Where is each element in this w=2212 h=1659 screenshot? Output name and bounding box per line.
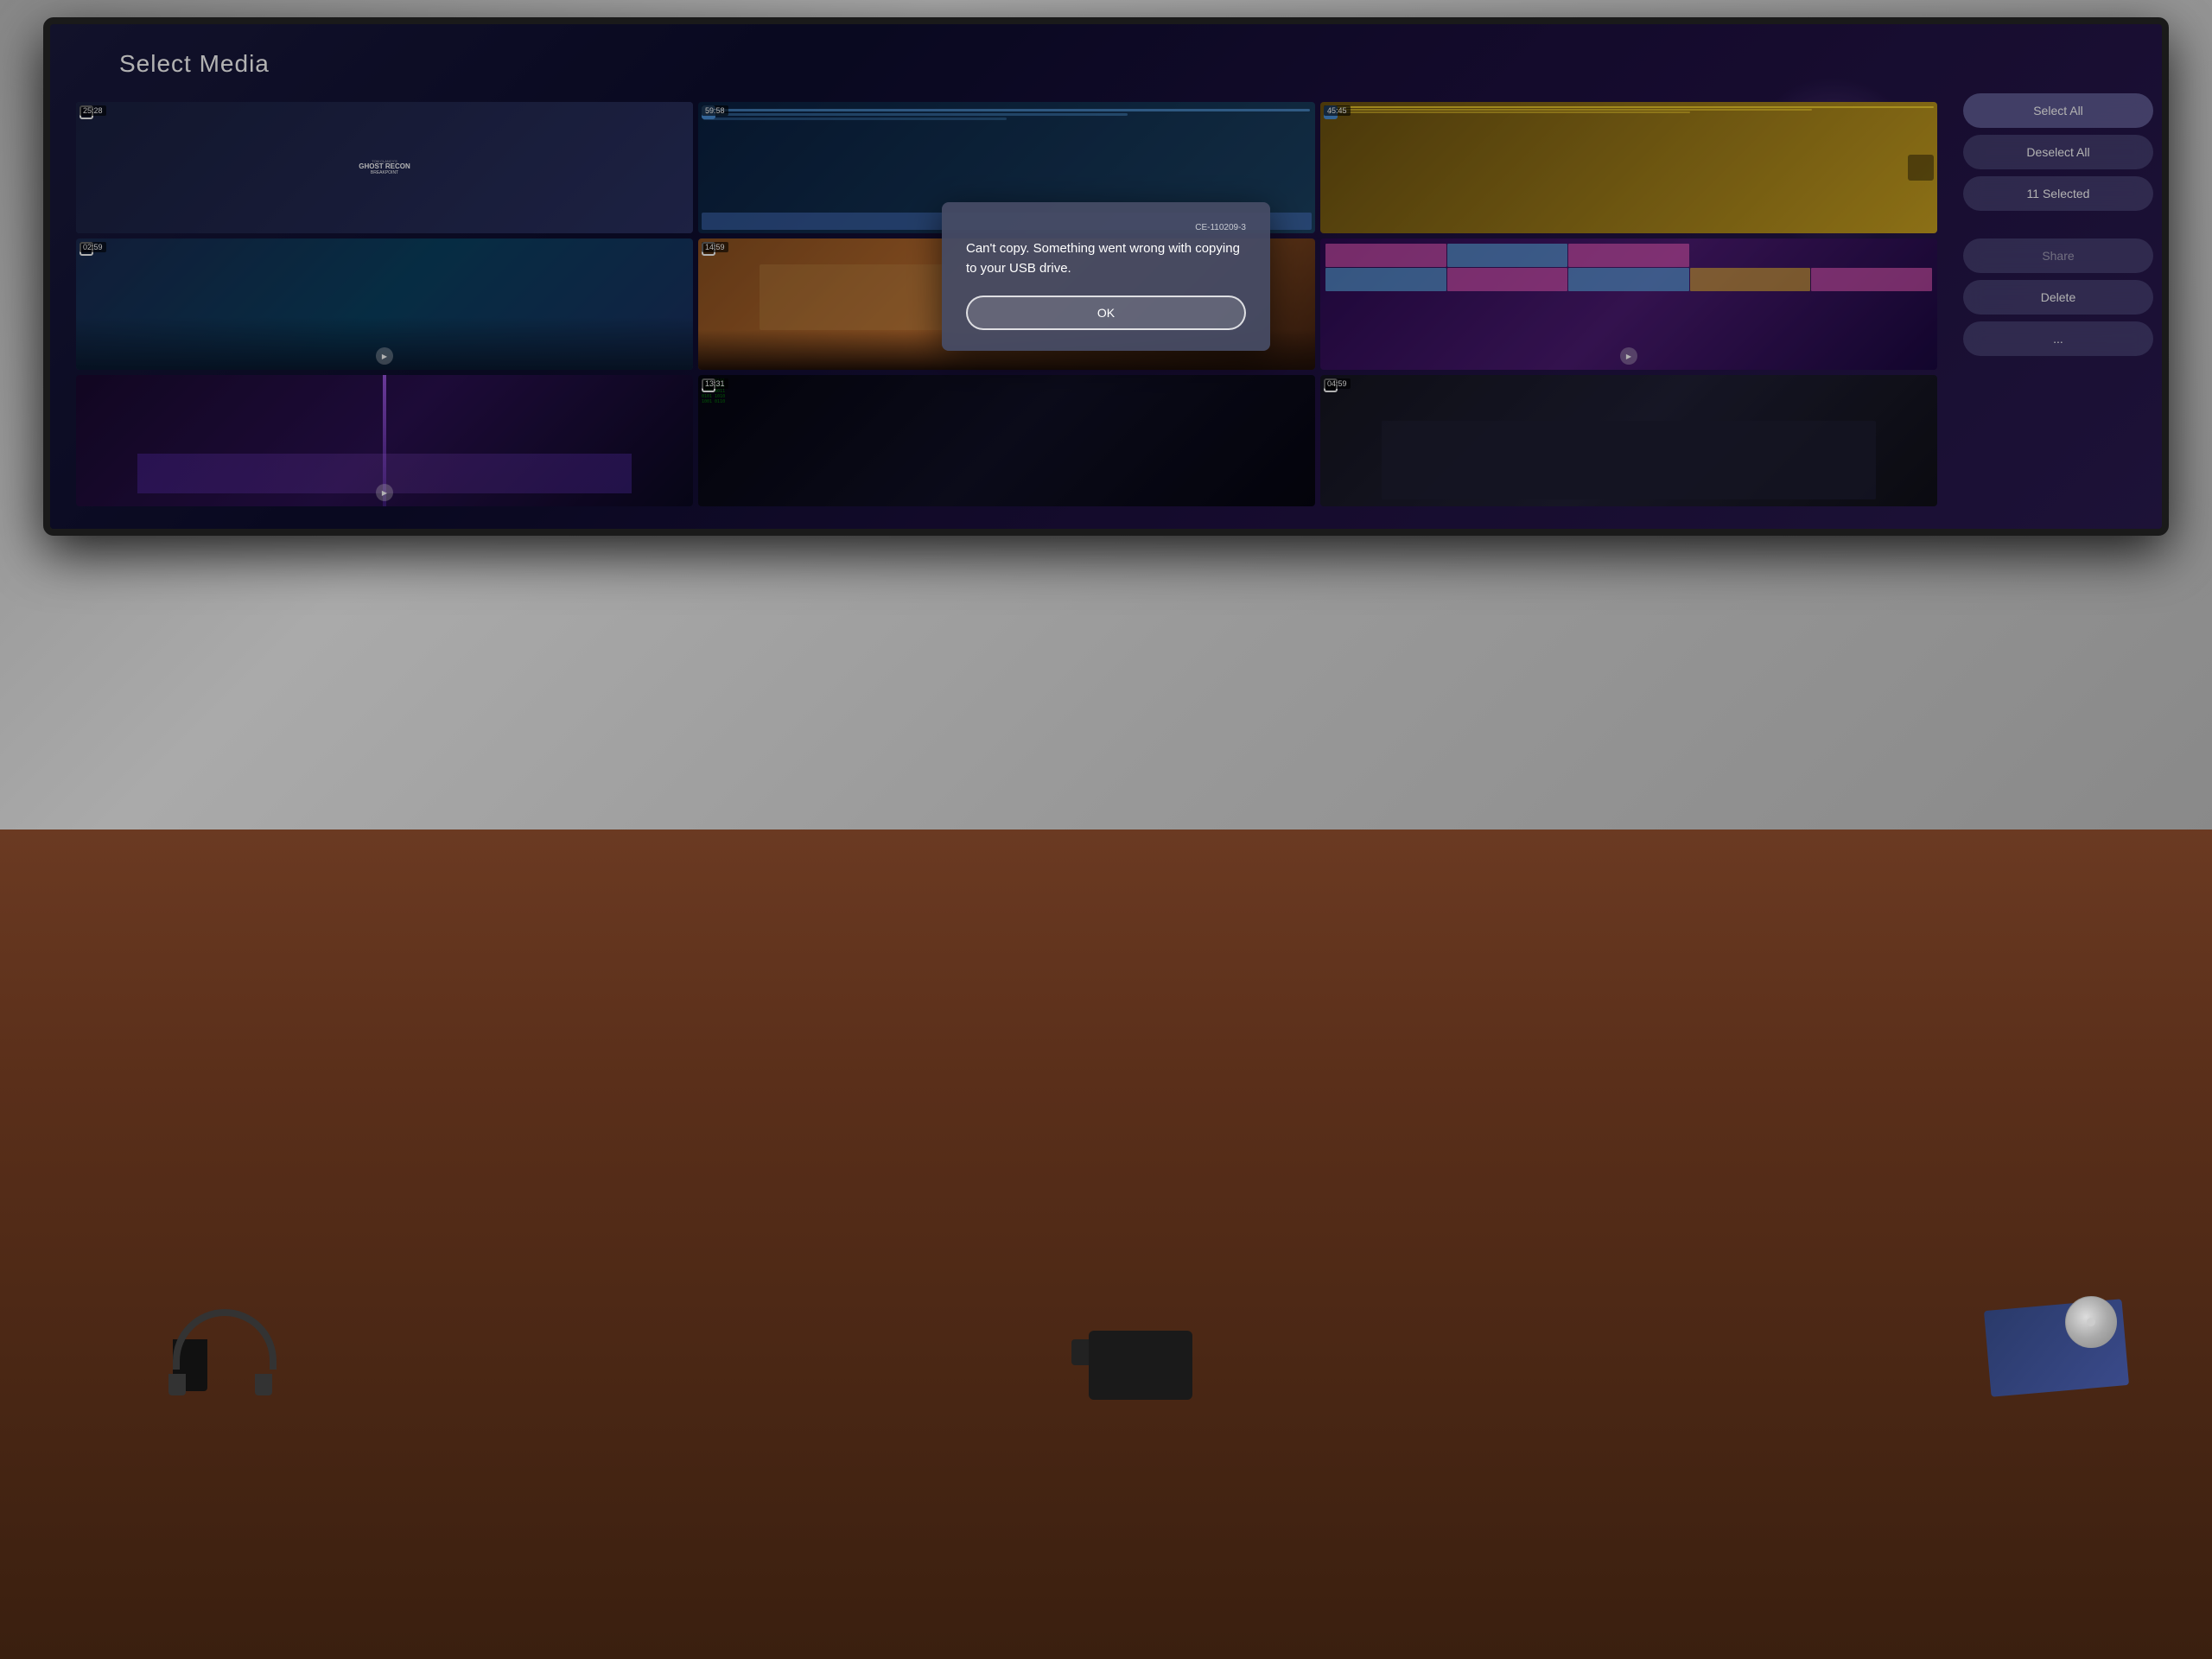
desk [0,830,2212,1659]
tv-frame: Select Media TOM CLANCY'S GHOST RECON BR… [43,17,2169,536]
blu-ray-cases [1970,1287,2126,1391]
headphones-band [173,1309,276,1370]
external-device [1089,1331,1192,1400]
tv-screen: Select Media TOM CLANCY'S GHOST RECON BR… [50,24,2162,529]
error-message: Can't copy. Something went wrong with co… [966,239,1246,278]
disc [2065,1296,2117,1348]
headphone-cup-right [255,1374,272,1395]
dialog-overlay: CE-110209-3 Can't copy. Something went w… [50,24,2162,529]
error-code: CE-110209-3 [966,223,1246,232]
ok-button[interactable]: OK [966,296,1246,330]
error-dialog: CE-110209-3 Can't copy. Something went w… [942,202,1270,351]
headphone-cup-left [168,1374,186,1395]
headphones [156,1309,294,1395]
